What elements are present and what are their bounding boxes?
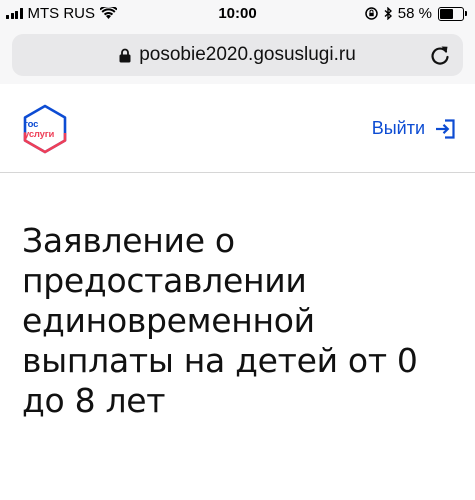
logout-icon (436, 118, 455, 139)
battery-icon (438, 6, 467, 21)
browser-toolbar: posobie2020.gosuslugi.ru (0, 28, 475, 84)
page-title: Заявление о предоставлении единовременно… (22, 221, 418, 420)
gosuslugi-logo[interactable]: гос услуги (19, 103, 71, 155)
status-bar: MTS RUS 10:00 58 % (0, 0, 475, 28)
url-text: posobie2020.gosuslugi.ru (139, 44, 356, 65)
bluetooth-icon (384, 7, 392, 20)
battery-percent: 58 % (397, 5, 432, 22)
battery-level (440, 8, 453, 19)
logout-label: Выйти (371, 118, 425, 138)
status-bar-right: 58 % (365, 5, 467, 22)
rotation-lock-icon (365, 7, 378, 20)
lock-icon (119, 48, 131, 62)
site-header: гос услуги Выйти (0, 84, 475, 173)
reload-icon[interactable] (429, 43, 451, 67)
logo-text-uslugi: услуги (24, 129, 55, 140)
address-bar[interactable]: posobie2020.gosuslugi.ru (12, 34, 463, 76)
logout-button[interactable]: Выйти (372, 118, 455, 139)
